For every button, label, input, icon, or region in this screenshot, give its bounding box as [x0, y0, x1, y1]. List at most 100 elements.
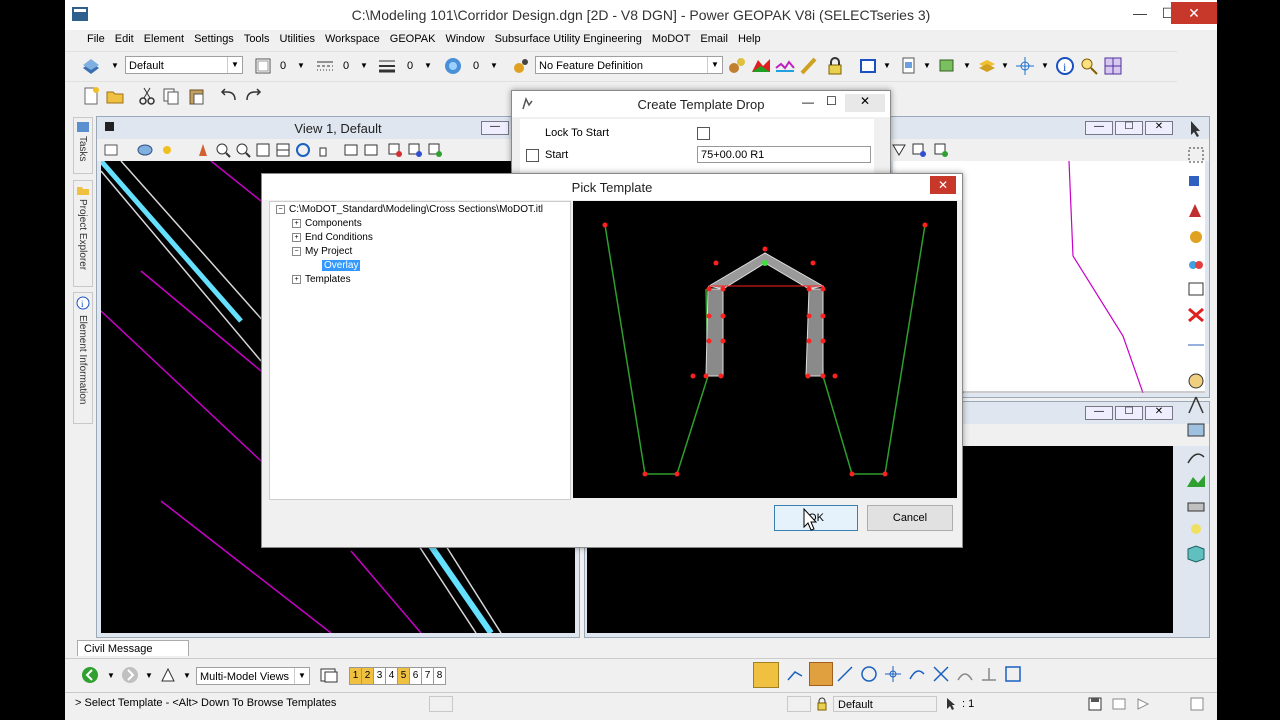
- transparency-icon[interactable]: [443, 56, 463, 76]
- chevron-down-icon[interactable]: ▼: [297, 61, 305, 70]
- view2-maximize-button[interactable]: ☐: [1115, 121, 1143, 135]
- modify-icon[interactable]: [1185, 201, 1207, 221]
- dialog-maximize-button[interactable]: ☐: [826, 94, 837, 108]
- chevron-down-icon[interactable]: ▼: [107, 671, 115, 680]
- collapse-icon[interactable]: −: [292, 246, 301, 256]
- update-view-icon[interactable]: [195, 142, 211, 158]
- clip-mask-icon[interactable]: [911, 142, 927, 158]
- forward-icon[interactable]: [121, 666, 139, 684]
- lock-icon[interactable]: [825, 56, 845, 76]
- terrain-icon[interactable]: [751, 56, 771, 76]
- info-icon[interactable]: i: [1055, 56, 1075, 76]
- chevron-down-icon[interactable]: ▼: [1041, 61, 1049, 70]
- tool-icon[interactable]: [1185, 227, 1207, 247]
- snap-icon[interactable]: [1015, 56, 1035, 76]
- chevron-down-icon[interactable]: ▼: [111, 61, 119, 70]
- terrain-icon[interactable]: [1185, 471, 1207, 491]
- pan-icon[interactable]: [315, 142, 331, 158]
- dialog-close-button[interactable]: ✕: [845, 94, 885, 112]
- level-combo[interactable]: Default ▼: [125, 56, 243, 74]
- dialog-minimize-button[interactable]: —: [802, 95, 814, 109]
- zoom-out-icon[interactable]: [235, 142, 251, 158]
- rotate-view-icon[interactable]: [295, 142, 311, 158]
- origin-snap-icon[interactable]: [883, 664, 903, 684]
- tree-item-components[interactable]: + Components: [292, 218, 362, 229]
- paste-icon[interactable]: [187, 86, 207, 106]
- chevron-down-icon[interactable]: ▼: [490, 61, 498, 70]
- tree-item-templates[interactable]: + Templates: [292, 274, 351, 285]
- window-area-icon[interactable]: [859, 56, 879, 76]
- element-information-tab[interactable]: i Element Information: [73, 292, 93, 424]
- clip-mask-icon[interactable]: [407, 142, 423, 158]
- pick-template-close-button[interactable]: ✕: [930, 176, 956, 194]
- chevron-down-icon[interactable]: ▼: [145, 671, 153, 680]
- back-icon[interactable]: [81, 666, 99, 684]
- chevron-down-icon[interactable]: ▼: [1001, 61, 1009, 70]
- tree-item-end-conditions[interactable]: + End Conditions: [292, 232, 373, 243]
- feature-tools-icon[interactable]: [727, 56, 747, 76]
- menu-subsurface[interactable]: Subsurface Utility Engineering: [490, 31, 647, 45]
- chevron-down-icon[interactable]: ▼: [923, 61, 931, 70]
- tasks-tab[interactable]: Tasks: [73, 117, 93, 174]
- display-style-icon[interactable]: [137, 142, 153, 158]
- menu-tools[interactable]: Tools: [239, 31, 275, 45]
- new-file-icon[interactable]: [81, 86, 101, 106]
- tree-item-my-project[interactable]: − My Project: [292, 246, 352, 257]
- corridor-icon[interactable]: [1185, 497, 1207, 517]
- bisector-snap-icon[interactable]: [907, 664, 927, 684]
- start-field[interactable]: 75+00.00 R1: [697, 146, 871, 163]
- line-weight-icon[interactable]: [377, 56, 397, 76]
- survey-icon[interactable]: [1185, 395, 1207, 415]
- expand-icon[interactable]: +: [292, 274, 301, 284]
- start-lock-checkbox[interactable]: [526, 149, 539, 162]
- profile-icon[interactable]: [775, 56, 795, 76]
- cut-icon[interactable]: [137, 86, 157, 106]
- view-attributes-icon[interactable]: [103, 142, 119, 158]
- project-explorer-tab[interactable]: Project Explorer: [73, 180, 93, 287]
- dimension-icon[interactable]: [1185, 335, 1207, 355]
- view-tools-icon[interactable]: [159, 666, 177, 684]
- level-manager-icon[interactable]: [81, 56, 101, 76]
- lock-icon[interactable]: [815, 697, 829, 711]
- group-icon[interactable]: [1185, 255, 1207, 275]
- feature-definition-combo[interactable]: No Feature Definition ▼: [535, 56, 723, 74]
- clip-volume-icon[interactable]: [891, 142, 907, 158]
- tangent-snap-icon[interactable]: [955, 664, 975, 684]
- menu-settings[interactable]: Settings: [189, 31, 239, 45]
- feature-icon[interactable]: [511, 56, 531, 76]
- multi-model-views-combo[interactable]: Multi-Model Views ▼: [196, 667, 310, 685]
- accudraw-snap-icon[interactable]: [753, 662, 779, 688]
- chevron-down-icon[interactable]: ▼: [883, 61, 891, 70]
- design-history-icon[interactable]: [1111, 696, 1127, 712]
- zoom-in-icon[interactable]: [215, 142, 231, 158]
- minimize-button[interactable]: —: [1125, 2, 1155, 24]
- drainage-icon[interactable]: [1185, 519, 1207, 539]
- menu-modot[interactable]: MoDOT: [647, 31, 696, 45]
- walk-icon[interactable]: [1135, 696, 1151, 712]
- undo-icon[interactable]: [219, 86, 239, 106]
- lock-to-start-checkbox[interactable]: [697, 127, 710, 140]
- chevron-down-icon[interactable]: ▼: [963, 61, 971, 70]
- center-snap-icon[interactable]: [859, 664, 879, 684]
- next-view-icon[interactable]: [363, 142, 379, 158]
- tree-root[interactable]: − C:\MoDOT_Standard\Modeling\Cross Sectio…: [276, 204, 543, 215]
- collapse-icon[interactable]: −: [276, 204, 285, 214]
- keypoint-snap-icon[interactable]: [785, 664, 805, 684]
- civil-message-center-tab[interactable]: Civil Message Center: [77, 640, 189, 671]
- midpoint-snap-icon[interactable]: [835, 664, 855, 684]
- reference-icon[interactable]: [937, 56, 957, 76]
- civil-tools-icon[interactable]: [1185, 371, 1207, 391]
- fit-view-icon[interactable]: [275, 142, 291, 158]
- tree-item-overlay[interactable]: Overlay: [322, 260, 361, 271]
- menu-geopak[interactable]: GEOPAK: [385, 31, 441, 45]
- view3-minimize-button[interactable]: —: [1085, 406, 1113, 420]
- perpendicular-snap-icon[interactable]: [979, 664, 999, 684]
- document-icon[interactable]: [899, 56, 919, 76]
- view-groups-icon[interactable]: [319, 666, 339, 684]
- close-button[interactable]: ✕: [1171, 2, 1217, 24]
- fence-icon[interactable]: [1185, 145, 1207, 165]
- menu-edit[interactable]: Edit: [110, 31, 139, 45]
- color-icon[interactable]: [253, 56, 273, 76]
- book-icon[interactable]: [1185, 543, 1207, 563]
- active-level-field[interactable]: Default: [833, 696, 937, 712]
